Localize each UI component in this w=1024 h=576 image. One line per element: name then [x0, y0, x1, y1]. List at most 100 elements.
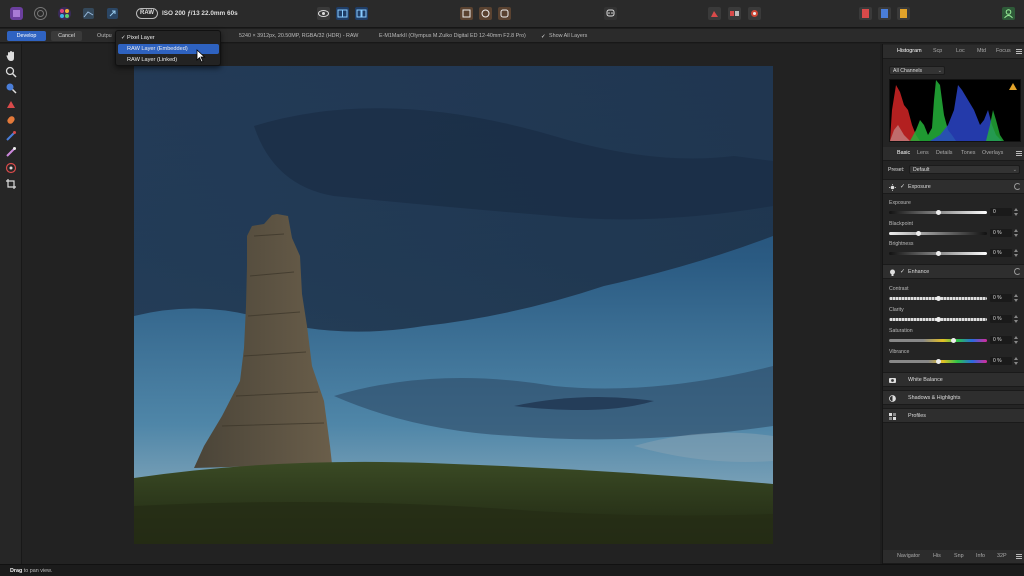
stepper-icon[interactable] [1014, 357, 1018, 365]
color-picker-icon[interactable] [747, 6, 762, 21]
tab-focus[interactable]: Focus [996, 48, 1011, 54]
overlay-gradient-tool-icon[interactable] [5, 162, 17, 174]
menu-item-pixel-layer[interactable]: ✓ Pixel Layer [118, 33, 219, 43]
saturation-value[interactable]: 0 % [990, 336, 1012, 344]
develop-persona-icon[interactable] [57, 6, 72, 21]
user-account-icon[interactable] [1001, 6, 1016, 21]
cancel-button[interactable]: Cancel [51, 31, 82, 41]
clarity-value[interactable]: 0 % [990, 315, 1012, 323]
develop-button[interactable]: Develop [7, 31, 46, 41]
crop-tool-icon[interactable] [5, 178, 17, 190]
panel-menu-icon[interactable] [1016, 49, 1022, 54]
view-mode-icon[interactable] [316, 6, 331, 21]
panel-menu-icon[interactable] [1016, 554, 1022, 559]
exposure-value[interactable]: 0 [990, 208, 1012, 216]
checkmark-icon[interactable]: ✓ [900, 268, 905, 275]
contrast-value[interactable]: 0 % [990, 294, 1012, 302]
brightness-value[interactable]: 0 % [990, 249, 1012, 257]
stepper-icon[interactable] [1014, 315, 1018, 323]
blackpoint-label: Blackpoint [889, 221, 913, 227]
preset-select[interactable]: Default ⌄ [909, 165, 1020, 174]
preset-label: Preset: [888, 167, 905, 173]
tab-lens[interactable]: Lens [917, 150, 929, 156]
contrast-slider[interactable] [889, 296, 987, 301]
zoom-tool-icon[interactable] [5, 66, 17, 78]
mirror-view-icon[interactable] [354, 6, 369, 21]
view-tool-hand-icon[interactable] [5, 50, 17, 62]
shadows-highlights-section-header[interactable]: Shadows & Highlights [883, 390, 1024, 405]
clarity-label: Clarity [889, 307, 904, 313]
liquify-persona-icon[interactable] [33, 6, 48, 21]
assistant-icon[interactable] [603, 6, 618, 21]
tab-location[interactable]: Loc [956, 48, 965, 54]
checkmark-icon[interactable]: ✓ [900, 183, 905, 190]
clipped-tones-icon[interactable] [497, 6, 512, 21]
photo-info: RAW ISO 200 ƒ/13 22.0mm 60s [136, 7, 238, 20]
brightness-slider[interactable] [889, 251, 987, 256]
tab-details[interactable]: Details [936, 150, 952, 156]
exposure-slider[interactable] [889, 210, 987, 215]
slider-knob[interactable] [936, 359, 941, 364]
document-canvas[interactable] [22, 44, 880, 564]
photo-persona-icon[interactable] [9, 6, 24, 21]
compare-icon[interactable] [727, 6, 742, 21]
slider-knob[interactable] [936, 251, 941, 256]
blue-channel-icon[interactable] [896, 6, 911, 21]
white-balance-tool-icon[interactable] [5, 82, 17, 94]
overlay-paint-tool-icon[interactable] [5, 130, 17, 142]
red-eye-tool-icon[interactable] [5, 114, 17, 126]
tone-mapping-persona-icon[interactable] [81, 6, 96, 21]
tab-info[interactable]: Info [976, 553, 985, 559]
tab-scope[interactable]: Scp [933, 48, 942, 54]
exposure-section-header[interactable]: ✓ Exposure [883, 179, 1024, 194]
tab-history[interactable]: His [933, 553, 941, 559]
profiles-section-header[interactable]: Profiles [883, 408, 1024, 423]
slider-knob[interactable] [916, 231, 921, 236]
slider-knob[interactable] [936, 296, 941, 301]
enhance-section-header[interactable]: ✓ Enhance [883, 264, 1024, 279]
tab-basic[interactable]: Basic [897, 150, 910, 156]
tab-metadata[interactable]: Mtd [977, 48, 986, 54]
tab-32p[interactable]: 32P [997, 553, 1007, 559]
channels-select[interactable]: All Channels ⌄ [889, 66, 945, 75]
clipped-shadows-icon[interactable] [478, 6, 493, 21]
slider-knob[interactable] [936, 317, 941, 322]
tab-overlays[interactable]: Overlays [982, 150, 1003, 156]
image-info: 5240 × 3912px, 20.50MP, RGBA/32 (HDR) - … [239, 33, 359, 39]
tab-snapshots[interactable]: Snp [954, 553, 964, 559]
top-toolbar: RAW ISO 200 ƒ/13 22.0mm 60s [0, 0, 1024, 28]
vibrance-slider[interactable] [889, 359, 987, 364]
checkmark-icon: ✓ [121, 35, 126, 41]
stepper-icon[interactable] [1014, 336, 1018, 344]
vibrance-value[interactable]: 0 % [990, 357, 1012, 365]
stepper-icon[interactable] [1014, 249, 1018, 257]
blackpoint-slider[interactable] [889, 231, 987, 236]
stepper-icon[interactable] [1014, 229, 1018, 237]
blackpoint-value[interactable]: 0 % [990, 229, 1012, 237]
tab-tones[interactable]: Tones [961, 150, 975, 156]
export-persona-icon[interactable] [105, 6, 120, 21]
slider-knob[interactable] [951, 338, 956, 343]
clipped-highlights-icon[interactable] [459, 6, 474, 21]
reset-icon[interactable] [1014, 268, 1021, 275]
tab-histogram[interactable]: Histogram [897, 48, 922, 54]
enhance-section-title: Enhance [908, 269, 930, 275]
reset-icon[interactable] [1014, 183, 1021, 190]
clarity-slider[interactable] [889, 317, 987, 322]
split-view-icon[interactable] [335, 6, 350, 21]
slider-knob[interactable] [936, 210, 941, 215]
show-all-layers-toggle[interactable]: ✓ Show All Layers [541, 33, 587, 40]
shot-info: ISO 200 ƒ/13 22.0mm 60s [162, 10, 238, 17]
blemish-removal-tool-icon[interactable] [5, 98, 17, 110]
saturation-slider[interactable] [889, 338, 987, 343]
overlay-erase-tool-icon[interactable] [5, 146, 17, 158]
before-after-icon[interactable] [707, 6, 722, 21]
clipping-warning-icon[interactable] [1009, 83, 1017, 90]
stepper-icon[interactable] [1014, 208, 1018, 216]
green-channel-icon[interactable] [877, 6, 892, 21]
white-balance-section-header[interactable]: White Balance [883, 372, 1024, 387]
red-channel-icon[interactable] [858, 6, 873, 21]
tab-navigator[interactable]: Navigator [897, 553, 920, 559]
stepper-icon[interactable] [1014, 294, 1018, 302]
panel-menu-icon[interactable] [1016, 151, 1022, 156]
